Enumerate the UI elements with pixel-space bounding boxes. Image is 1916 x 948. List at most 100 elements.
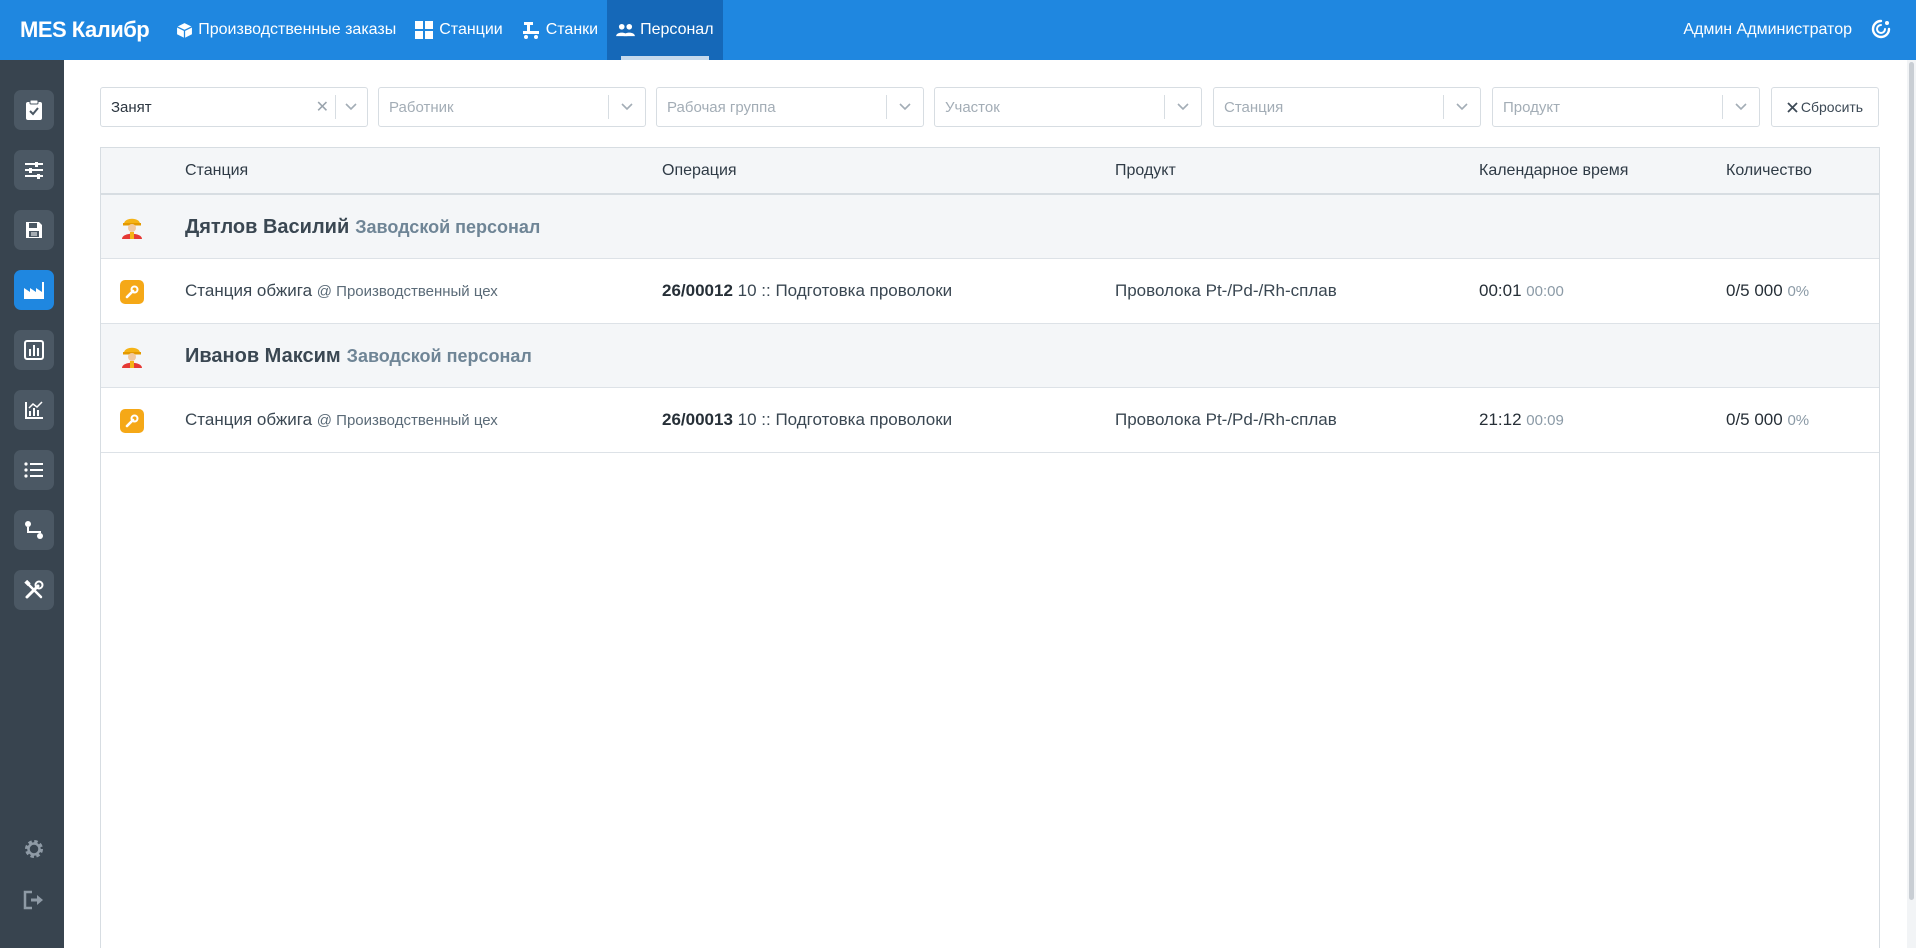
station-cell[interactable]: Станция обжига @ Производственный цех	[185, 281, 498, 301]
route-icon	[25, 521, 43, 539]
column-station[interactable]: Станция	[185, 162, 248, 180]
sidebar-routes[interactable]	[14, 510, 54, 550]
worker-group-row[interactable]: Дятлов Василий Заводской персонал	[101, 195, 1879, 259]
column-operation[interactable]: Операция	[662, 162, 737, 180]
worker-filter[interactable]	[378, 87, 646, 127]
wrench-icon	[120, 280, 144, 304]
column-time[interactable]: Календарное время	[1479, 162, 1628, 180]
time-cell: 00:01 00:00	[1479, 281, 1564, 301]
line-chart-icon	[25, 401, 43, 419]
sidebar-storage[interactable]	[14, 210, 54, 250]
bar-chart-icon	[24, 340, 44, 360]
group-filter[interactable]	[656, 87, 924, 127]
worker-icon	[119, 342, 145, 373]
chevron-down-icon[interactable]	[1723, 103, 1759, 111]
quantity-cell: 0/5 000 0%	[1726, 410, 1809, 430]
area-filter-input[interactable]	[935, 88, 1164, 126]
machine-icon	[522, 22, 539, 39]
column-product[interactable]: Продукт	[1115, 162, 1176, 180]
app-brand[interactable]: MES Калибр	[20, 17, 150, 43]
quantity-main: 0/5 000	[1726, 281, 1783, 300]
chevron-down-icon[interactable]	[1165, 103, 1201, 111]
worker-role: Заводской персонал	[355, 217, 541, 237]
reset-button-label: Сбросить	[1800, 99, 1864, 115]
nav-personnel[interactable]: Персонал	[607, 0, 723, 60]
reset-button[interactable]: Сбросить	[1771, 87, 1879, 127]
order-number: 26/00012	[662, 281, 733, 300]
nav-production-orders-label: Производственные заказы	[198, 21, 397, 38]
time-sub: 00:00	[1526, 283, 1564, 300]
nav-personnel-label: Персонал	[640, 21, 714, 38]
refresh-icon[interactable]	[1870, 18, 1892, 45]
clear-icon[interactable]: ✕	[310, 97, 335, 117]
worker-name[interactable]: Иванов Максим	[185, 345, 341, 367]
sidebar-lists[interactable]	[14, 450, 54, 490]
sidebar-settings[interactable]	[20, 835, 48, 863]
order-number: 26/00013	[662, 410, 733, 429]
worker-name-line: Иванов Максим Заводской персонал	[185, 345, 532, 368]
quantity-percent: 0%	[1787, 412, 1810, 429]
table-header: Станция Операция Продукт Календарное вре…	[101, 148, 1879, 195]
clipboard-check-icon	[26, 99, 42, 120]
sidebar-planning[interactable]	[14, 150, 54, 190]
time-sub: 00:09	[1526, 412, 1564, 429]
status-filter-input[interactable]	[101, 88, 310, 126]
worker-filter-input[interactable]	[379, 88, 608, 126]
chevron-down-icon[interactable]	[335, 103, 367, 111]
main-nav: Производственные заказы Станции Станки П…	[167, 0, 723, 60]
product-cell[interactable]: Проволока Pt-/Pd-/Rh-сплав	[1115, 410, 1337, 430]
personnel-table: Станция Операция Продукт Календарное вре…	[100, 147, 1880, 948]
scrollbar-thumb[interactable]	[1909, 62, 1914, 900]
worker-name[interactable]: Дятлов Василий	[185, 216, 349, 238]
station-location: @ Производственный цех	[316, 283, 498, 300]
grid-icon	[415, 21, 434, 39]
sliders-icon	[25, 162, 43, 179]
group-filter-input[interactable]	[657, 88, 886, 126]
area-filter[interactable]	[934, 87, 1202, 127]
list-icon	[24, 462, 43, 478]
sidebar-logout[interactable]	[20, 886, 48, 914]
sidebar-reports[interactable]	[14, 330, 54, 370]
status-filter[interactable]: ✕	[100, 87, 368, 127]
sidebar-analytics[interactable]	[14, 390, 54, 430]
station-filter[interactable]	[1213, 87, 1481, 127]
user-name[interactable]: Админ Администратор	[1683, 0, 1852, 60]
chevron-down-icon[interactable]	[887, 103, 923, 111]
factory-icon	[24, 282, 44, 299]
nav-machines[interactable]: Станки	[512, 0, 607, 60]
nav-stations-label: Станции	[439, 21, 503, 38]
sidebar-tools[interactable]	[14, 570, 54, 610]
station-name: Станция обжига	[185, 281, 313, 300]
nav-machines-label: Станки	[545, 21, 599, 38]
operation-cell[interactable]: 26/00012 10 :: Подготовка проволоки	[662, 281, 952, 301]
quantity-cell: 0/5 000 0%	[1726, 281, 1809, 301]
chevron-down-icon[interactable]	[609, 103, 645, 111]
product-filter[interactable]	[1492, 87, 1760, 127]
worker-group-row[interactable]: Иванов Максим Заводской персонал	[101, 324, 1879, 388]
sidebar	[0, 60, 64, 948]
product-filter-input[interactable]	[1493, 88, 1722, 126]
nav-stations[interactable]: Станции	[405, 0, 511, 60]
table-row[interactable]: Станция обжига @ Производственный цех 26…	[101, 388, 1879, 453]
quantity-main: 0/5 000	[1726, 410, 1783, 429]
worker-name-line: Дятлов Василий Заводской персонал	[185, 216, 540, 239]
station-cell[interactable]: Станция обжига @ Производственный цех	[185, 410, 498, 430]
nav-production-orders[interactable]: Производственные заказы	[167, 0, 405, 60]
save-icon	[26, 222, 42, 238]
operation-cell[interactable]: 26/00013 10 :: Подготовка проволоки	[662, 410, 952, 430]
chevron-down-icon[interactable]	[1444, 103, 1480, 111]
settings-icon	[25, 840, 43, 858]
station-location: @ Производственный цех	[316, 412, 498, 429]
column-quantity[interactable]: Количество	[1726, 162, 1812, 180]
tools-icon	[24, 580, 44, 599]
product-cell[interactable]: Проволока Pt-/Pd-/Rh-сплав	[1115, 281, 1337, 301]
time-main: 00:01	[1479, 281, 1522, 300]
sidebar-tasks[interactable]	[14, 90, 54, 130]
operation-name: 10 :: Подготовка проволоки	[737, 281, 953, 300]
sidebar-production[interactable]	[14, 270, 54, 310]
worker-icon	[119, 213, 145, 244]
wrench-icon	[120, 409, 144, 433]
station-filter-input[interactable]	[1214, 88, 1443, 126]
top-bar: MES Калибр Производственные заказы Станц…	[0, 0, 1916, 60]
table-row[interactable]: Станция обжига @ Производственный цех 26…	[101, 259, 1879, 324]
